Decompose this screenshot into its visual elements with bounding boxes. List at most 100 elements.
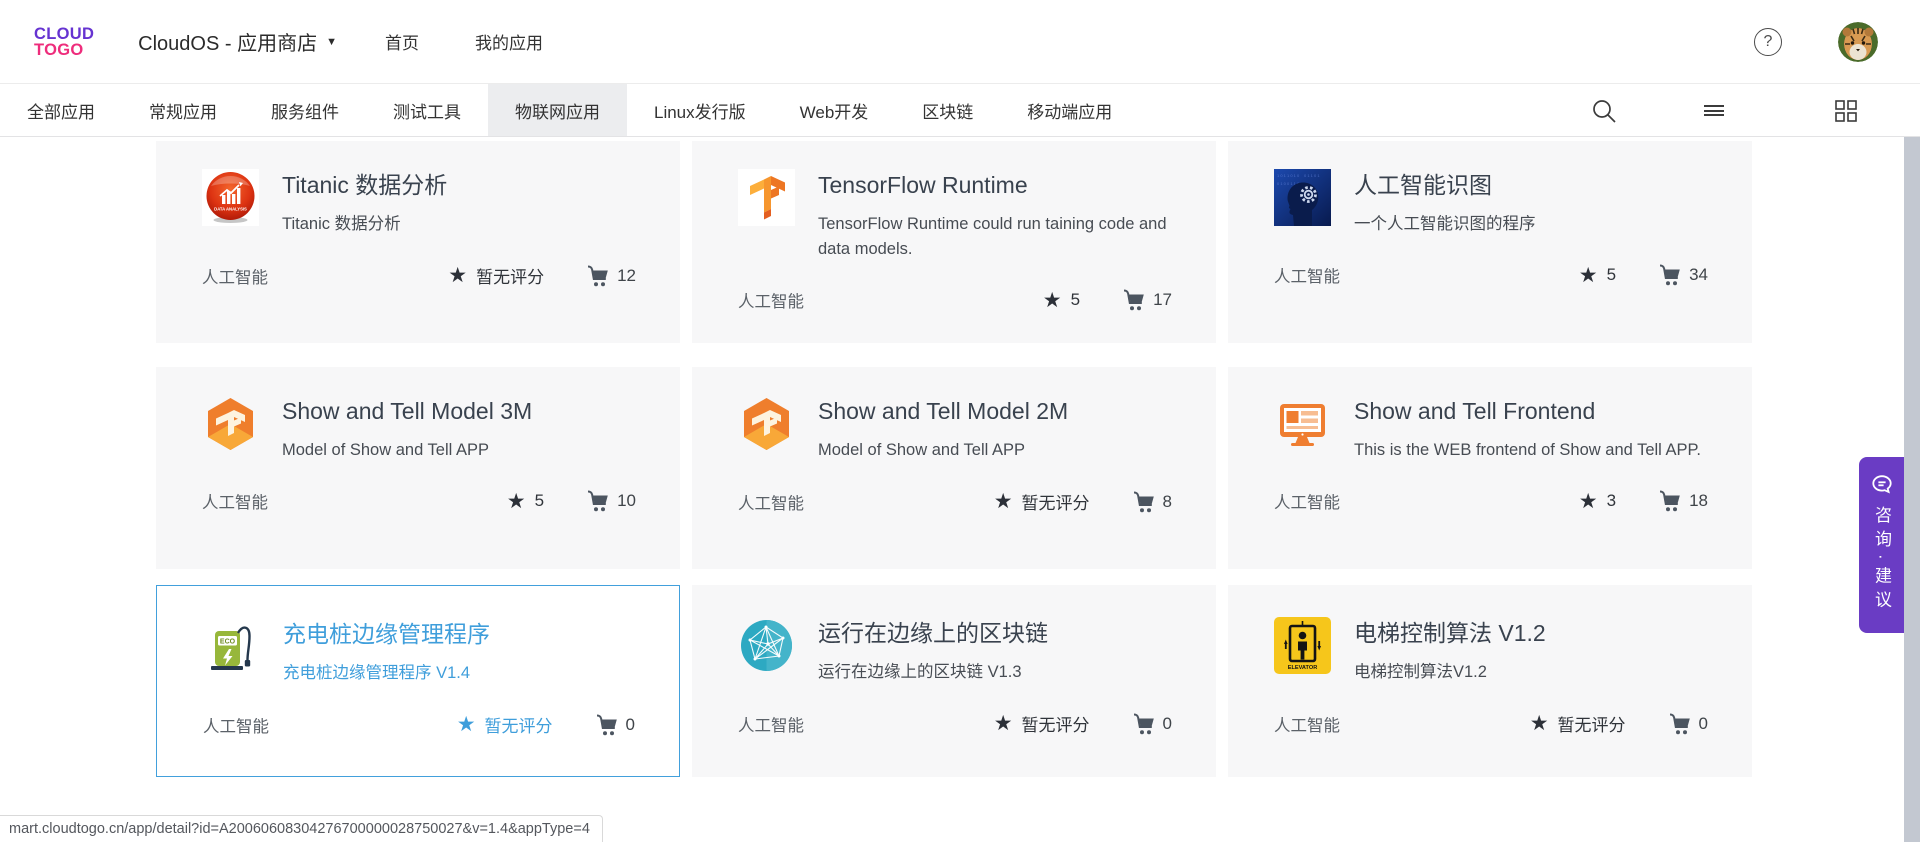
app-rating: ★暂无评分 (457, 712, 553, 737)
list-view-icon[interactable] (1694, 84, 1734, 137)
nav-my-apps[interactable]: 我的应用 (475, 29, 543, 54)
card-footer: 人工智能 ★暂无评分 12 (202, 263, 636, 288)
nav-home[interactable]: 首页 (385, 29, 419, 54)
app-rating: ★暂无评分 (1530, 711, 1626, 736)
app-title-dropdown[interactable]: CloudOS - 应用商店 ▼ (138, 27, 337, 56)
cart-icon (1122, 289, 1146, 311)
app-cart: 8 (1132, 491, 1172, 513)
rating-value: 5 (535, 491, 544, 511)
app-cart: 34 (1658, 264, 1708, 286)
app-description: 电梯控制算法V1.2 (1354, 660, 1546, 685)
cart-count: 0 (1163, 714, 1172, 734)
monitor-icon (1274, 395, 1331, 452)
cart-icon (1132, 491, 1156, 513)
app-card-elevator-control[interactable]: ELEVATOR 电梯控制算法 V1.2 电梯控制算法V1.2 人工智能 ★暂无… (1228, 585, 1752, 777)
cart-icon (586, 490, 610, 512)
app-card-show-and-tell-model-3m[interactable]: Show and Tell Model 3M Model of Show and… (156, 367, 680, 569)
app-title: Show and Tell Frontend (1354, 396, 1701, 426)
app-card-ai-image-recognition[interactable]: 1 0 1 1 0 1 00 1 0 0 1 1 00 1 1 0 1 人工智能… (1228, 141, 1752, 343)
app-category: 人工智能 (738, 712, 994, 736)
card-main: TensorFlow Runtime TensorFlow Runtime co… (738, 169, 1172, 262)
card-footer: 人工智能 ★暂无评分 8 (738, 489, 1172, 514)
cart-count: 8 (1163, 492, 1172, 512)
cart-icon (1658, 264, 1682, 286)
app-category: 人工智能 (203, 713, 457, 737)
rating-value: 5 (1071, 290, 1080, 310)
tensorflow-hexagon-icon (738, 395, 795, 452)
help-icon[interactable]: ? (1754, 28, 1782, 56)
tab-all-apps[interactable]: 全部应用 (0, 84, 122, 136)
tab-mobile-apps[interactable]: 移动端应用 (1000, 84, 1139, 136)
app-rating: ★5 (1043, 290, 1080, 311)
app-description: This is the WEB frontend of Show and Tel… (1354, 438, 1701, 463)
cart-count: 18 (1689, 491, 1708, 511)
card-text: Titanic 数据分析 Titanic 数据分析 (282, 169, 447, 237)
card-main: ELEVATOR 电梯控制算法 V1.2 电梯控制算法V1.2 (1274, 617, 1708, 685)
card-main: 1 0 1 1 0 1 00 1 0 0 1 1 00 1 1 0 1 人工智能… (1274, 169, 1708, 237)
app-description: 充电桩边缘管理程序 V1.4 (283, 661, 490, 686)
app-title: 充电桩边缘管理程序 (283, 619, 490, 649)
card-footer: 人工智能 ★暂无评分 0 (738, 711, 1172, 736)
star-icon: ★ (994, 491, 1013, 512)
app-card-show-and-tell-frontend[interactable]: Show and Tell Frontend This is the WEB f… (1228, 367, 1752, 569)
cart-count: 17 (1153, 290, 1172, 310)
tensorflow-icon (738, 169, 795, 226)
card-row-1: DATA ANALYSIS Titanic 数据分析 Titanic 数据分析 … (156, 141, 1752, 343)
tab-test-tools[interactable]: 测试工具 (366, 84, 488, 136)
svg-text:1 0 1 1 0 1 0: 1 0 1 1 0 1 0 (1277, 173, 1300, 178)
rating-value: 暂无评分 (1022, 489, 1090, 514)
card-footer: 人工智能 ★5 34 (1274, 263, 1708, 287)
card-footer: 人工智能 ★5 17 (738, 288, 1172, 312)
app-cart: 10 (586, 490, 636, 512)
app-card-tensorflow-runtime[interactable]: TensorFlow Runtime TensorFlow Runtime co… (692, 141, 1216, 343)
chat-bubble-icon (1870, 473, 1894, 497)
user-avatar[interactable] (1838, 22, 1878, 62)
cart-icon (1658, 490, 1682, 512)
card-text: Show and Tell Model 3M Model of Show and… (282, 395, 532, 463)
app-card-edge-blockchain[interactable]: 运行在边缘上的区块链 运行在边缘上的区块链 V1.3 人工智能 ★暂无评分 0 (692, 585, 1216, 777)
category-tab-bar: 全部应用 常规应用 服务组件 测试工具 物联网应用 Linux发行版 Web开发… (0, 84, 1920, 137)
app-cart: 17 (1122, 289, 1172, 311)
app-title: 人工智能识图 (1354, 170, 1536, 200)
star-icon: ★ (994, 713, 1013, 734)
grid-view-icon[interactable] (1826, 84, 1866, 137)
scrollbar-thumb[interactable] (1904, 137, 1920, 842)
app-store-page: CLOUD TOGO CloudOS - 应用商店 ▼ 首页 我的应用 ? (0, 0, 1920, 842)
search-icon[interactable] (1584, 84, 1624, 137)
app-description: Titanic 数据分析 (282, 212, 447, 237)
card-text: 充电桩边缘管理程序 充电桩边缘管理程序 V1.4 (283, 618, 490, 686)
app-card-ev-charger-manager[interactable]: ECO 充电桩边缘管理程序 充电桩边缘管理程序 V1.4 人工智能 ★暂无评分 (156, 585, 680, 777)
tab-service-components[interactable]: 服务组件 (244, 84, 366, 136)
app-card-titanic[interactable]: DATA ANALYSIS Titanic 数据分析 Titanic 数据分析 … (156, 141, 680, 343)
help-question-mark: ? (1764, 33, 1773, 51)
feedback-button[interactable]: 咨询·建议 (1859, 457, 1904, 633)
rating-value: 暂无评分 (1558, 711, 1626, 736)
card-main: 运行在边缘上的区块链 运行在边缘上的区块链 V1.3 (738, 617, 1172, 685)
rating-value: 5 (1607, 265, 1616, 285)
tab-web-dev[interactable]: Web开发 (773, 84, 896, 136)
tab-iot-apps[interactable]: 物联网应用 (488, 84, 627, 136)
tab-linux-distros[interactable]: Linux发行版 (627, 84, 773, 136)
app-cart: 0 (1668, 713, 1708, 735)
app-title: Show and Tell Model 2M (818, 396, 1068, 426)
card-main: Show and Tell Frontend This is the WEB f… (1274, 395, 1708, 463)
tab-blockchain[interactable]: 区块链 (895, 84, 1000, 136)
star-icon: ★ (448, 265, 467, 286)
app-title: TensorFlow Runtime (818, 170, 1172, 200)
app-title: Titanic 数据分析 (282, 170, 447, 200)
dropdown-caret-icon: ▼ (326, 36, 337, 48)
tab-regular-apps[interactable]: 常规应用 (122, 84, 244, 136)
app-card-show-and-tell-model-2m[interactable]: Show and Tell Model 2M Model of Show and… (692, 367, 1216, 569)
app-category: 人工智能 (1274, 712, 1530, 736)
logo-line1: CLOUD (34, 26, 94, 42)
cart-count: 34 (1689, 265, 1708, 285)
card-row-2: Show and Tell Model 3M Model of Show and… (156, 367, 1752, 569)
app-description: Model of Show and Tell APP (282, 438, 532, 463)
vertical-scrollbar[interactable] (1904, 137, 1920, 842)
star-icon: ★ (1579, 491, 1598, 512)
app-title: Show and Tell Model 3M (282, 396, 532, 426)
app-description: 一个人工智能识图的程序 (1354, 212, 1536, 237)
svg-text:ECO: ECO (220, 639, 236, 646)
cloudtogo-logo[interactable]: CLOUD TOGO (34, 26, 94, 58)
app-rating: ★ 暂无评分 (994, 489, 1090, 514)
